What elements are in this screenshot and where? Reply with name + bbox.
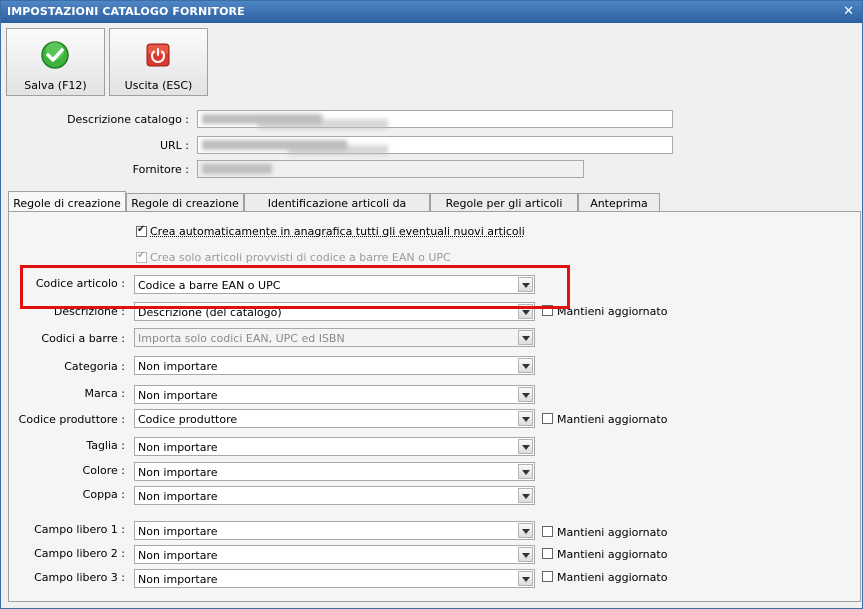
campo-libero-1-value: Non importare [138,525,218,538]
chevron-down-icon[interactable] [518,387,533,402]
highlight-annotation-box [20,265,570,309]
campo-libero-1-select[interactable]: Non importare [134,521,535,540]
chevron-down-icon[interactable] [518,411,533,426]
descrizione-catalogo-field[interactable] [197,110,673,129]
colore-label: Colore : [82,464,125,477]
fornitore-label: Fornitore : [132,163,189,176]
codici-barre-select[interactable]: Importa solo codici EAN, UPC ed ISBN [134,328,535,347]
codici-barre-label: Codici a barre : [41,332,125,345]
campo-libero-2-select[interactable]: Non importare [134,545,535,564]
checkmark-icon [41,41,69,69]
campo-libero-1-mantieni-checkbox[interactable] [542,526,553,537]
codici-barre-value: Importa solo codici EAN, UPC ed ISBN [138,332,345,345]
save-button-label: Salva (F12) [24,79,87,92]
campo-libero-3-select[interactable]: Non importare [134,569,535,588]
coppa-label: Coppa : [82,488,125,501]
chevron-down-icon[interactable] [518,523,533,538]
codice-produttore-value: Codice produttore [138,413,238,426]
campo-libero-3-mantieni-checkbox[interactable] [542,571,553,582]
tab-regole-creazione-2[interactable]: Regole di creazione 2 [126,193,244,223]
campo-libero-2-label: Campo libero 2 : [34,547,125,560]
crea-automaticamente-label[interactable]: Crea automaticamente in anagrafica tutti… [150,225,525,238]
campo-libero-2-mantieni-checkbox[interactable] [542,548,553,559]
codice-produttore-mantieni-checkbox[interactable] [542,413,553,424]
codice-produttore-select[interactable]: Codice produttore [134,409,535,428]
chevron-down-icon[interactable] [518,571,533,586]
tab-identificazione-articoli[interactable]: Identificazione articoli da aggiornare [244,193,430,223]
campo-libero-2-value: Non importare [138,549,218,562]
marca-value: Non importare [138,389,218,402]
coppa-select[interactable]: Non importare [134,486,535,505]
marca-select[interactable]: Non importare [134,385,535,404]
categoria-select[interactable]: Non importare [134,356,535,375]
campo-libero-1-mantieni-label: Mantieni aggiornato [557,526,668,539]
dialog-window: IMPOSTAZIONI CATALOGO FORNITORE ✕ Salva … [0,0,863,609]
close-icon[interactable]: ✕ [843,4,854,19]
colore-value: Non importare [138,466,218,479]
url-field[interactable] [197,136,673,155]
taglia-select[interactable]: Non importare [134,437,535,456]
chevron-down-icon[interactable] [518,358,533,373]
categoria-value: Non importare [138,360,218,373]
url-label: URL : [159,139,189,152]
chevron-down-icon[interactable] [518,330,533,345]
fornitore-field [197,160,584,178]
campo-libero-3-value: Non importare [138,573,218,586]
crea-solo-ean-label: Crea solo articoli provvisti di codice a… [150,251,451,264]
colore-select[interactable]: Non importare [134,462,535,481]
exit-button[interactable]: Uscita (ESC) [109,28,208,96]
codice-produttore-mantieni-label: Mantieni aggiornato [557,413,668,426]
tab-anteprima-dati[interactable]: Anteprima dati [578,193,660,223]
chevron-down-icon[interactable] [518,488,533,503]
categoria-label: Categoria : [64,360,125,373]
descrizione-mantieni-label: Mantieni aggiornato [557,305,668,318]
campo-libero-2-mantieni-label: Mantieni aggiornato [557,548,668,561]
power-icon [146,43,170,67]
tab-articoli-rimossi[interactable]: Regole per gli articoli rimossi [430,193,578,223]
coppa-value: Non importare [138,490,218,503]
codice-produttore-label: Codice produttore : [18,413,125,426]
title-bar: IMPOSTAZIONI CATALOGO FORNITORE ✕ [1,1,862,23]
descrizione-catalogo-label: Descrizione catalogo : [67,113,189,126]
campo-libero-1-label: Campo libero 1 : [34,523,125,536]
chevron-down-icon[interactable] [518,439,533,454]
taglia-label: Taglia : [86,439,125,452]
campo-libero-3-label: Campo libero 3 : [34,571,125,584]
chevron-down-icon[interactable] [518,464,533,479]
crea-automaticamente-checkbox[interactable] [136,224,147,237]
chevron-down-icon[interactable] [518,547,533,562]
marca-label: Marca : [84,387,125,400]
save-button[interactable]: Salva (F12) [6,28,105,96]
exit-button-label: Uscita (ESC) [124,79,193,92]
campo-libero-3-mantieni-label: Mantieni aggiornato [557,571,668,584]
crea-solo-ean-checkbox [136,250,147,263]
taglia-value: Non importare [138,441,218,454]
window-title: IMPOSTAZIONI CATALOGO FORNITORE [7,5,245,18]
tab-regole-creazione-1[interactable]: Regole di creazione 1 [8,191,126,223]
